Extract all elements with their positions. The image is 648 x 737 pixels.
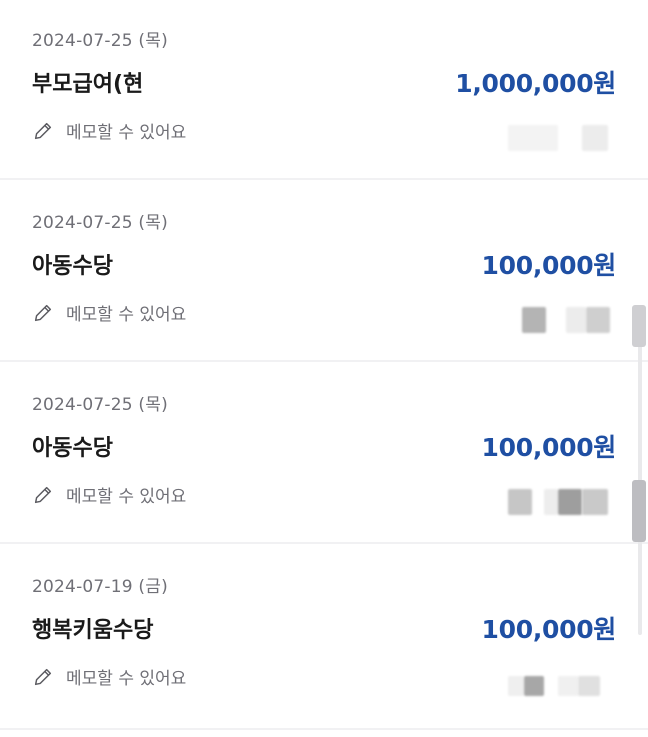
redacted-block — [524, 676, 544, 696]
memo-placeholder: 메모할 수 있어요 — [66, 487, 187, 507]
memo-button[interactable]: 메모할 수 있어요 — [32, 300, 186, 325]
redacted-block — [578, 676, 600, 696]
scrollbar-thumb-top[interactable] — [632, 305, 646, 347]
redacted-block — [508, 489, 532, 515]
redacted-block — [508, 125, 558, 151]
scrollbar-thumb[interactable] — [632, 480, 646, 542]
pencil-icon — [34, 486, 52, 503]
transaction-item[interactable]: 2024-07-19 (금) 행복키움수당 100,000원 메모할 수 있어요 — [0, 546, 648, 730]
transaction-amount: 100,000원 — [481, 615, 617, 644]
transaction-item[interactable]: 2024-07-25 (목) 부모급여(현 1,000,000원 메모할 수 있… — [0, 0, 648, 180]
transaction-title: 부모급여(현 — [32, 72, 144, 97]
transaction-date: 2024-07-25 (목) — [32, 395, 168, 415]
transaction-title: 아동수당 — [32, 254, 113, 279]
transaction-amount: 100,000원 — [481, 433, 617, 462]
memo-placeholder: 메모할 수 있어요 — [66, 123, 187, 143]
memo-placeholder: 메모할 수 있어요 — [66, 305, 187, 325]
memo-placeholder: 메모할 수 있어요 — [66, 669, 187, 689]
memo-button[interactable]: 메모할 수 있어요 — [32, 482, 186, 507]
redacted-block — [544, 489, 558, 515]
transaction-item[interactable]: 2024-07-25 (목) 아동수당 100,000원 메모할 수 있어요 — [0, 182, 648, 362]
memo-button[interactable]: 메모할 수 있어요 — [32, 664, 186, 689]
transaction-item[interactable]: 2024-07-25 (목) 아동수당 100,000원 메모할 수 있어요 — [0, 364, 648, 544]
transaction-date: 2024-07-25 (목) — [32, 213, 168, 233]
pencil-icon — [34, 122, 52, 139]
transaction-title: 행복키움수당 — [32, 618, 154, 643]
transaction-list: 2024-07-25 (목) 부모급여(현 1,000,000원 메모할 수 있… — [0, 0, 648, 737]
scrollbar[interactable] — [630, 305, 648, 635]
scrollbar-track — [638, 305, 642, 635]
redacted-block — [558, 676, 578, 696]
transaction-amount: 100,000원 — [481, 251, 617, 280]
transaction-amount: 1,000,000원 — [455, 69, 616, 98]
memo-button[interactable]: 메모할 수 있어요 — [32, 118, 186, 143]
pencil-icon — [34, 668, 52, 685]
redacted-block — [508, 676, 524, 696]
redacted-block — [558, 489, 582, 515]
transaction-date: 2024-07-25 (목) — [32, 31, 168, 51]
redacted-block — [582, 125, 608, 151]
transaction-title: 아동수당 — [32, 436, 113, 461]
redacted-block — [582, 489, 608, 515]
redacted-block — [566, 307, 586, 333]
redacted-block — [522, 307, 546, 333]
pencil-icon — [34, 304, 52, 321]
redacted-block — [586, 307, 610, 333]
transaction-date: 2024-07-19 (금) — [32, 577, 168, 597]
